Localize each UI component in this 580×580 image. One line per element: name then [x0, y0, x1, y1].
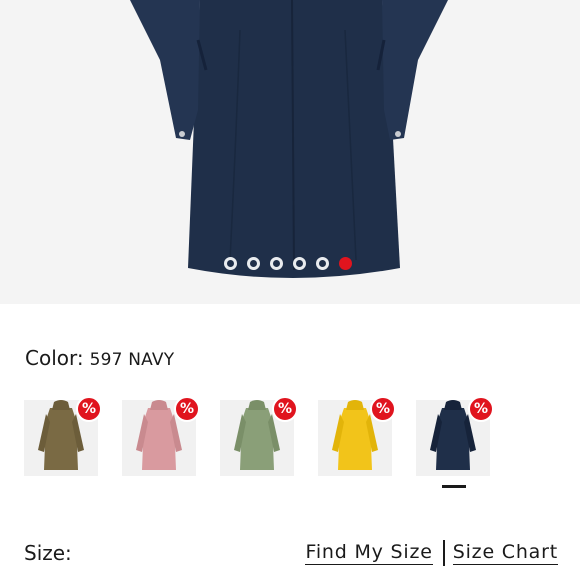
discount-badge: %	[76, 396, 102, 422]
color-label: Color:	[25, 346, 84, 370]
size-label: Size:	[24, 541, 72, 565]
color-swatches: % % % % %	[24, 396, 494, 476]
selected-color-value: 597 NAVY	[89, 350, 175, 370]
product-image-hero[interactable]	[0, 0, 580, 304]
color-swatch-sage-green[interactable]: %	[220, 396, 298, 476]
color-swatch-yellow[interactable]: %	[318, 396, 396, 476]
color-swatch-brown[interactable]: %	[24, 396, 102, 476]
carousel-dot[interactable]	[270, 256, 283, 270]
size-chart-link[interactable]: Size Chart	[452, 541, 558, 565]
carousel-dot[interactable]	[316, 256, 329, 270]
size-links: Find My Size Size Chart	[305, 540, 558, 566]
discount-badge: %	[468, 396, 494, 422]
color-selector-header: Color: 597 NAVY	[25, 346, 174, 370]
size-selector-header: Size: Find My Size Size Chart	[24, 540, 558, 566]
link-separator	[442, 540, 445, 566]
color-swatch-navy[interactable]: %	[416, 396, 494, 476]
carousel-dot[interactable]	[224, 256, 237, 270]
carousel-dot[interactable]	[293, 256, 306, 270]
carousel-indicator	[224, 256, 360, 270]
carousel-dot-active[interactable]	[339, 256, 352, 270]
carousel-dot[interactable]	[247, 256, 260, 270]
discount-badge: %	[272, 396, 298, 422]
discount-badge: %	[174, 396, 200, 422]
selected-swatch-indicator	[442, 485, 466, 488]
find-my-size-link[interactable]: Find My Size	[305, 541, 433, 565]
discount-badge: %	[370, 396, 396, 422]
color-swatch-pink[interactable]: %	[122, 396, 200, 476]
